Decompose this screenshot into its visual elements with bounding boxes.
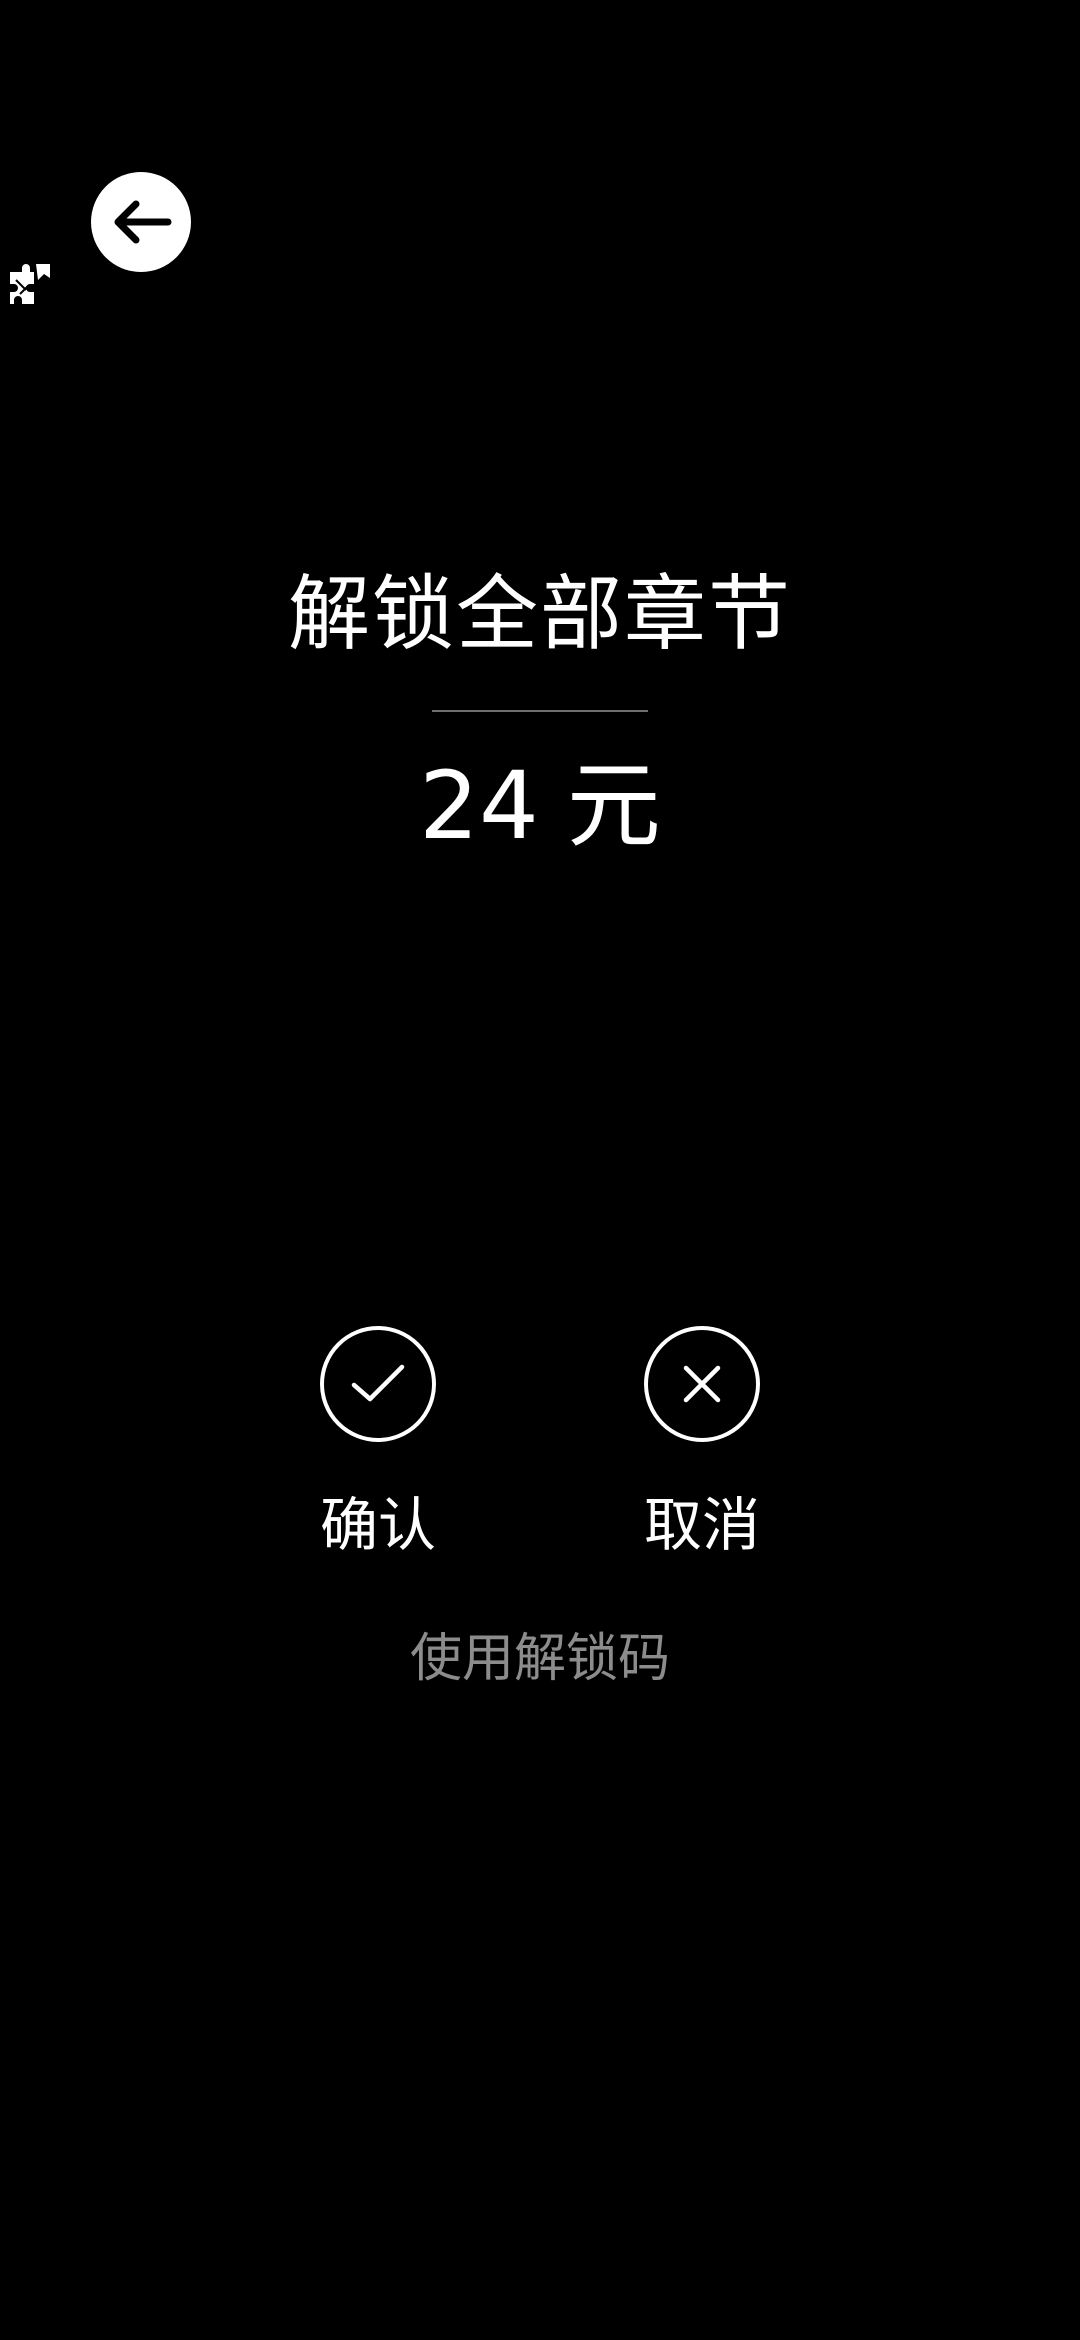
confirm-circle bbox=[320, 1326, 436, 1442]
back-button[interactable] bbox=[91, 172, 191, 272]
puzzle-icon bbox=[10, 264, 50, 304]
price: 24 元 bbox=[0, 752, 1080, 862]
price-amount: 24 bbox=[419, 752, 539, 861]
cancel-label: 取消 bbox=[643, 1491, 760, 1559]
price-unit: 元 bbox=[566, 752, 661, 861]
use-unlock-code-link[interactable]: 使用解锁码 bbox=[0, 1627, 1080, 1691]
cancel-button[interactable]: 取消 bbox=[622, 1326, 782, 1558]
x-icon bbox=[683, 1365, 721, 1403]
dialog-title: 解锁全部章节 bbox=[287, 567, 792, 662]
arrow-left-icon bbox=[114, 200, 172, 244]
check-icon bbox=[351, 1364, 405, 1402]
confirm-label: 确认 bbox=[319, 1491, 436, 1559]
title-divider bbox=[432, 710, 648, 712]
cancel-circle bbox=[644, 1326, 760, 1442]
confirm-button[interactable]: 确认 bbox=[298, 1326, 458, 1558]
